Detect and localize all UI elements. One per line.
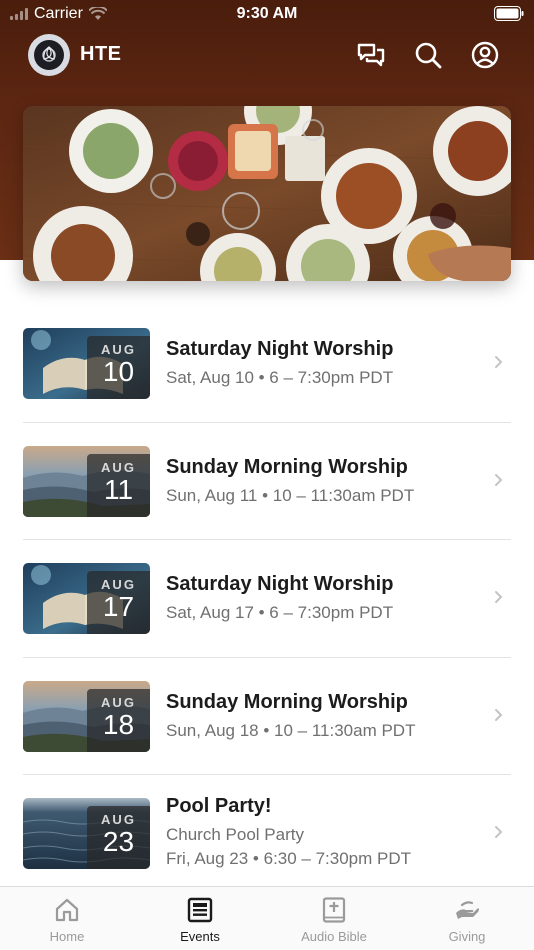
event-text: Pool Party! Church Pool Party Fri, Aug 23… xyxy=(166,795,484,869)
app-title: HTE xyxy=(80,43,122,65)
date-month: AUG xyxy=(101,694,136,710)
date-day: 17 xyxy=(102,591,135,622)
event-row[interactable]: AUG 23 Pool Party! Church Pool Party Fri,… xyxy=(0,775,534,893)
date-badge: AUG 23 xyxy=(87,806,150,869)
tab-giving-label: Giving xyxy=(448,929,486,944)
event-subtitle: Sun, Aug 18 • 10 – 11:30am PDT xyxy=(166,720,416,740)
events-icon xyxy=(187,897,213,923)
date-badge: AUG 10 xyxy=(87,336,150,399)
chat-icon[interactable] xyxy=(356,40,386,70)
event-subtitle: Fri, Aug 23 • 6:30 – 7:30pm PDT xyxy=(166,849,412,868)
event-thumbnail: AUG 10 xyxy=(23,328,150,399)
chevron-right-icon xyxy=(495,356,503,368)
date-day: 23 xyxy=(102,826,135,857)
tab-events-label: Events xyxy=(180,929,220,944)
event-text: Sunday Morning Worship Sun, Aug 11 • 10 … xyxy=(166,456,484,506)
tab-events[interactable]: Events xyxy=(150,897,250,944)
tab-audio-bible[interactable]: Audio Bible xyxy=(284,897,384,944)
event-text: Saturday Night Worship Sat, Aug 10 • 6 –… xyxy=(166,338,484,388)
date-month: AUG xyxy=(101,577,136,592)
bible-icon xyxy=(322,897,346,923)
event-row[interactable]: AUG 10 Saturday Night Worship Sat, Aug 1… xyxy=(0,305,534,423)
event-row[interactable]: AUG 18 Sunday Morning Worship Sun, Aug 1… xyxy=(0,658,534,775)
event-subtitle: Sat, Aug 10 • 6 – 7:30pm PDT xyxy=(166,368,394,387)
battery-icon xyxy=(494,6,524,26)
top-bar: HTE xyxy=(0,32,534,78)
event-title: Saturday Night Worship xyxy=(166,338,394,360)
event-subtitle: Sun, Aug 11 • 10 – 11:30am PDT xyxy=(166,485,415,505)
chevron-right-icon xyxy=(495,473,503,486)
event-subtitle: Church Pool Party xyxy=(166,825,304,844)
status-time: 9:30 AM xyxy=(236,5,298,22)
status-bar: Carrier 9:30 AM xyxy=(0,0,534,30)
tab-audio-bible-label: Audio Bible xyxy=(301,929,367,944)
event-title: Sunday Morning Worship xyxy=(166,690,408,713)
tab-home[interactable]: Home xyxy=(17,897,117,944)
date-day: 11 xyxy=(103,473,134,505)
giving-icon xyxy=(456,901,479,919)
trinity-knot-icon xyxy=(34,40,64,70)
profile-icon[interactable] xyxy=(470,40,500,70)
event-text: Saturday Night Worship Sat, Aug 17 • 6 –… xyxy=(166,573,484,623)
event-thumbnail: AUG 11 xyxy=(23,445,150,517)
event-thumbnail: AUG 17 xyxy=(23,563,150,634)
tab-giving[interactable]: Giving xyxy=(417,897,517,944)
date-month: AUG xyxy=(101,812,136,827)
event-text: Sunday Morning Worship Sun, Aug 18 • 10 … xyxy=(166,691,484,741)
event-list: AUG 10 Saturday Night Worship Sat, Aug 1… xyxy=(0,305,534,893)
event-row[interactable]: AUG 17 Saturday Night Worship Sat, Aug 1… xyxy=(0,540,534,658)
home-icon xyxy=(55,898,79,922)
date-month: AUG xyxy=(101,342,136,357)
date-badge: AUG 18 xyxy=(87,688,150,752)
tab-bar: Home Events Audio Bible Giving xyxy=(0,886,534,950)
date-month: AUG xyxy=(101,459,136,475)
date-badge: AUG 11 xyxy=(87,453,150,517)
chevron-right-icon xyxy=(495,591,503,603)
date-day: 18 xyxy=(102,708,135,740)
event-row[interactable]: AUG 11 Sunday Morning Worship Sun, Aug 1… xyxy=(0,423,534,540)
tab-home-label: Home xyxy=(49,929,85,944)
event-thumbnail: AUG 23 xyxy=(23,798,150,869)
app-logo[interactable] xyxy=(28,34,70,76)
date-badge: AUG 17 xyxy=(87,571,150,634)
event-title: Saturday Night Worship xyxy=(166,573,394,595)
date-day: 10 xyxy=(102,356,135,387)
chevron-right-icon xyxy=(495,826,503,838)
event-title: Pool Party! xyxy=(166,795,272,817)
event-subtitle: Sat, Aug 17 • 6 – 7:30pm PDT xyxy=(166,603,394,622)
chevron-right-icon xyxy=(495,708,503,721)
event-thumbnail: AUG 18 xyxy=(23,680,150,752)
search-icon[interactable] xyxy=(413,40,443,70)
featured-event-image[interactable] xyxy=(23,106,511,281)
event-title: Sunday Morning Worship xyxy=(166,455,408,478)
